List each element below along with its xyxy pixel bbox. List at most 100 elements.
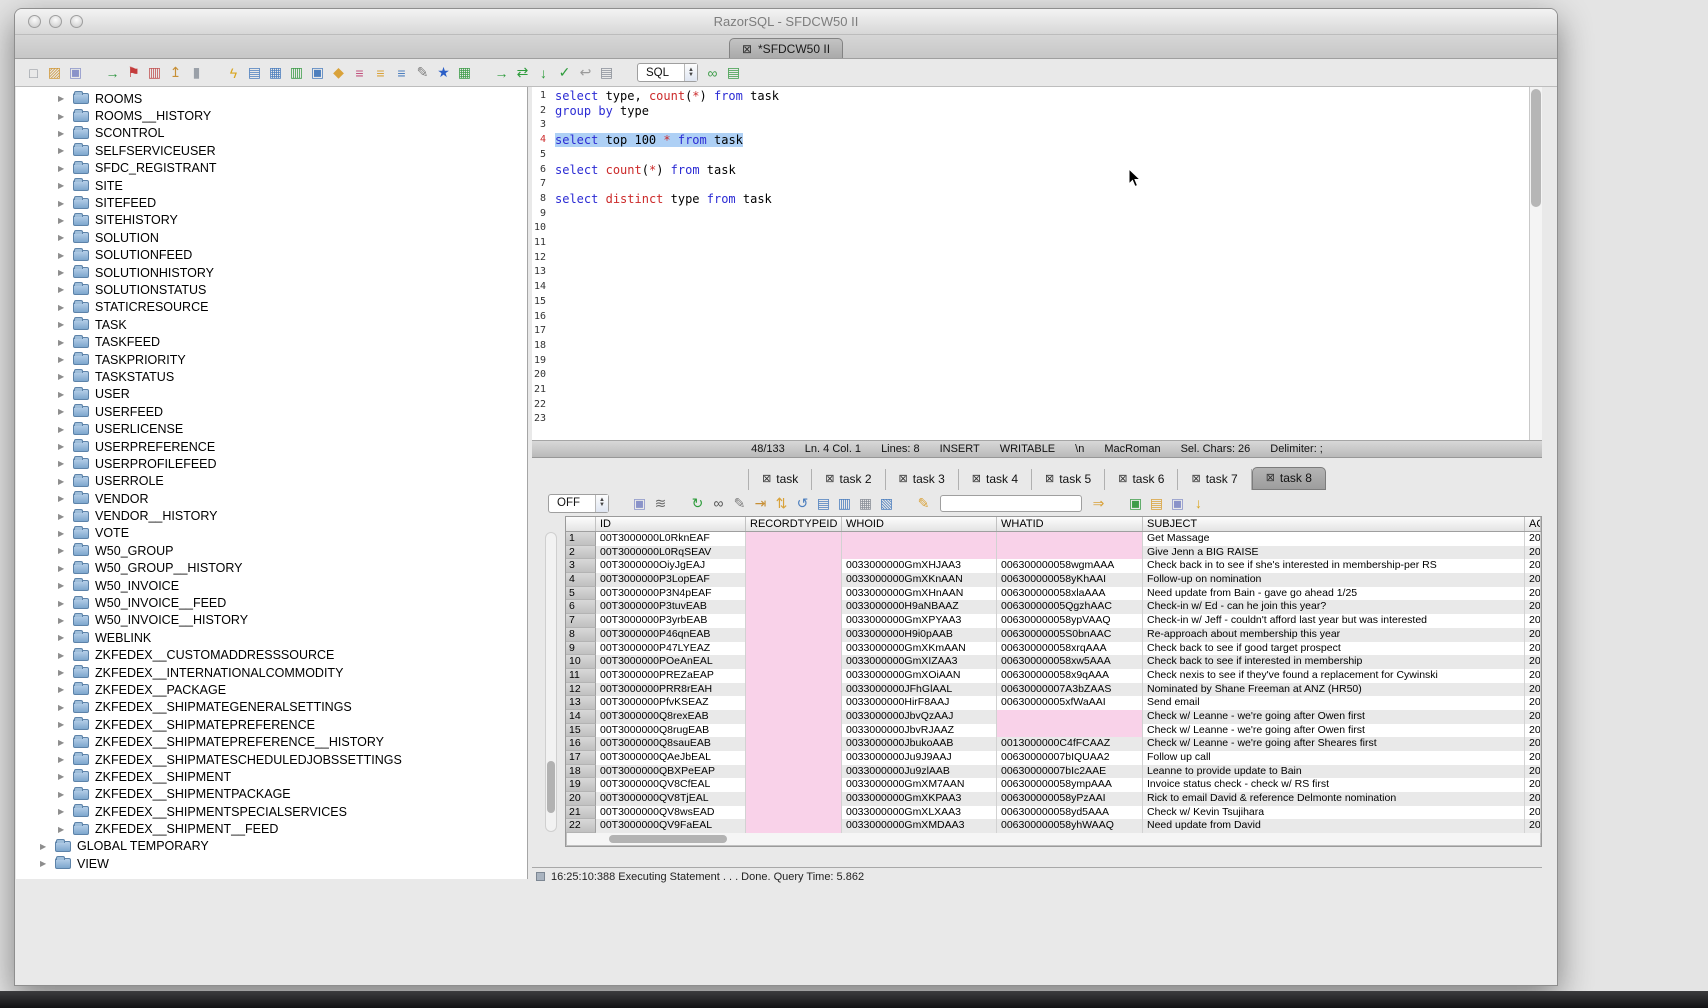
row-number[interactable]: 18 bbox=[566, 765, 596, 779]
cell-id[interactable]: 00T3000000P3LopEAF bbox=[596, 573, 746, 587]
disclosure-triangle-icon[interactable]: ▶ bbox=[58, 546, 67, 555]
cell-subject[interactable]: Follow up call bbox=[1143, 751, 1525, 765]
table-row[interactable]: 1400T3000000Q8rexEAB0033000000JbvQzAAJCh… bbox=[566, 710, 1541, 724]
cell-ac[interactable]: 200 bbox=[1525, 710, 1541, 724]
sidebar-item-zkfedex-shipmatepreference-history[interactable]: ▶ZKFEDEX__SHIPMATEPREFERENCE__HISTORY bbox=[16, 733, 527, 750]
sidebar-item-userprofilefeed[interactable]: ▶USERPROFILEFEED bbox=[16, 455, 527, 472]
cell-whatid[interactable]: 00630000005QgzhAAC bbox=[997, 600, 1143, 614]
table-row[interactable]: 100T3000000L0RknEAFGet Massage200 bbox=[566, 532, 1541, 546]
cell-ac[interactable]: 200 bbox=[1525, 600, 1541, 614]
grid-hscrollbar-thumb[interactable] bbox=[609, 835, 727, 843]
execute-statement-icon[interactable]: → bbox=[491, 63, 512, 83]
cell-whoid[interactable]: 0033000000GmXM7AAN bbox=[842, 778, 997, 792]
disclosure-triangle-icon[interactable]: ▶ bbox=[58, 512, 67, 521]
results-search-input[interactable] bbox=[940, 495, 1082, 512]
row-number[interactable]: 16 bbox=[566, 737, 596, 751]
disclosure-triangle-icon[interactable]: ▶ bbox=[58, 355, 67, 364]
row-number[interactable]: 13 bbox=[566, 696, 596, 710]
disclosure-triangle-icon[interactable]: ▶ bbox=[58, 772, 67, 781]
execute-all-icon[interactable]: ⇄ bbox=[512, 63, 533, 83]
row-number[interactable]: 12 bbox=[566, 683, 596, 697]
cell-whoid[interactable]: 0033000000HirF8AAJ bbox=[842, 696, 997, 710]
result-tab-task-4[interactable]: ⊠task 4 bbox=[959, 469, 1032, 490]
cell-recordtypeid[interactable] bbox=[746, 669, 842, 683]
cell-whatid[interactable]: 006300000058yd5AAA bbox=[997, 806, 1143, 820]
disclosure-triangle-icon[interactable]: ▶ bbox=[58, 685, 67, 694]
cell-whoid[interactable]: 0033000000GmXKmAAN bbox=[842, 642, 997, 656]
disclosure-triangle-icon[interactable]: ▶ bbox=[58, 285, 67, 294]
tab-close-icon[interactable]: ⊠ bbox=[742, 42, 752, 56]
cell-ac[interactable]: 200 bbox=[1525, 642, 1541, 656]
disclosure-triangle-icon[interactable]: ▶ bbox=[58, 651, 67, 660]
row-number[interactable]: 10 bbox=[566, 655, 596, 669]
cell-whatid[interactable] bbox=[997, 532, 1143, 546]
cell-subject[interactable]: Rick to email David & reference Delmonte… bbox=[1143, 792, 1525, 806]
cell-whatid[interactable] bbox=[997, 546, 1143, 560]
tab-close-icon[interactable]: ⊠ bbox=[1118, 471, 1127, 488]
view-table-contents-icon[interactable]: ▥ bbox=[286, 63, 307, 83]
disclosure-triangle-icon[interactable]: ▶ bbox=[58, 599, 67, 608]
column-header-rownum[interactable] bbox=[566, 517, 596, 531]
cell-subject[interactable]: Need update from Bain - gave go ahead 1/… bbox=[1143, 587, 1525, 601]
sidebar-item-solution[interactable]: ▶SOLUTION bbox=[16, 229, 527, 246]
grid-vscrollbar[interactable] bbox=[545, 532, 557, 832]
cell-whatid[interactable]: 00630000007A3bZAAS bbox=[997, 683, 1143, 697]
disclosure-triangle-icon[interactable]: ▶ bbox=[58, 459, 67, 468]
cell-whatid[interactable]: 006300000058xlaAAA bbox=[997, 587, 1143, 601]
disclosure-triangle-icon[interactable]: ▶ bbox=[58, 112, 67, 121]
cell-ac[interactable]: 200 bbox=[1525, 655, 1541, 669]
sidebar-item-rooms-history[interactable]: ▶ROOMS__HISTORY bbox=[16, 107, 527, 124]
cell-subject[interactable]: Nominated by Shane Freeman at ANZ (HR50) bbox=[1143, 683, 1525, 697]
cell-recordtypeid[interactable] bbox=[746, 765, 842, 779]
sidebar-item-vendor[interactable]: ▶VENDOR bbox=[16, 490, 527, 507]
sidebar-item-vendor-history[interactable]: ▶VENDOR__HISTORY bbox=[16, 507, 527, 524]
disclosure-triangle-icon[interactable]: ▶ bbox=[58, 529, 67, 538]
cell-ac[interactable]: 200 bbox=[1525, 546, 1541, 560]
execute-fetch-icon[interactable]: ↓ bbox=[533, 63, 554, 83]
sidebar-item-zkfedex-shipmatescheduledjobssettings[interactable]: ▶ZKFEDEX__SHIPMATESCHEDULEDJOBSSETTINGS bbox=[16, 751, 527, 768]
result-tab-task-6[interactable]: ⊠task 6 bbox=[1105, 469, 1178, 490]
disclosure-triangle-icon[interactable]: ▶ bbox=[58, 164, 67, 173]
sidebar-item-zkfedex-shipmatepreference[interactable]: ▶ZKFEDEX__SHIPMATEPREFERENCE bbox=[16, 716, 527, 733]
result-tab-task-3[interactable]: ⊠task 3 bbox=[886, 469, 959, 490]
result-tab-task-2[interactable]: ⊠task 2 bbox=[812, 469, 885, 490]
cell-whatid[interactable] bbox=[997, 710, 1143, 724]
disclosure-triangle-icon[interactable]: ▶ bbox=[58, 720, 67, 729]
results-grid-icon[interactable]: ▤ bbox=[723, 63, 744, 83]
column-info-icon[interactable]: ▤ bbox=[813, 493, 834, 513]
sql-code-area[interactable]: select type, count(*) from taskgroup by … bbox=[549, 87, 1529, 440]
row-number[interactable]: 20 bbox=[566, 792, 596, 806]
marker-pen-icon[interactable]: ✎ bbox=[913, 493, 934, 513]
tab-close-icon[interactable]: ⊠ bbox=[1191, 471, 1200, 488]
cell-id[interactable]: 00T3000000Q8rugEAB bbox=[596, 724, 746, 738]
cell-whoid[interactable]: 0033000000JbvQzAAJ bbox=[842, 710, 997, 724]
sidebar-item-sitehistory[interactable]: ▶SITEHISTORY bbox=[16, 212, 527, 229]
disclosure-triangle-icon[interactable]: ▶ bbox=[58, 338, 67, 347]
sidebar-item-w50-group-history[interactable]: ▶W50_GROUP__HISTORY bbox=[16, 560, 527, 577]
minimize-button[interactable] bbox=[49, 15, 62, 28]
row-number[interactable]: 11 bbox=[566, 669, 596, 683]
cell-whoid[interactable]: 0033000000JbukoAAB bbox=[842, 737, 997, 751]
cell-ac[interactable]: 200 bbox=[1525, 628, 1541, 642]
table-row[interactable]: 2200T3000000QV9FaEAL0033000000GmXMDAA300… bbox=[566, 819, 1541, 833]
row-number[interactable]: 7 bbox=[566, 614, 596, 628]
database-browser-icon[interactable]: ▣ bbox=[307, 63, 328, 83]
window-titlebar[interactable]: RazorSQL - SFDCW50 II bbox=[15, 9, 1557, 35]
cell-ac[interactable]: 200 bbox=[1525, 696, 1541, 710]
sidebar-item-global-temporary[interactable]: ▶GLOBAL TEMPORARY bbox=[16, 838, 527, 855]
cell-subject[interactable]: Get Massage bbox=[1143, 532, 1525, 546]
result-tab-task-5[interactable]: ⊠task 5 bbox=[1032, 469, 1105, 490]
cell-whatid[interactable]: 0013000000C4fFCAAZ bbox=[997, 737, 1143, 751]
export-data-icon[interactable]: ↥ bbox=[165, 63, 186, 83]
cell-subject[interactable]: Check-in w/ Ed - can he join this year? bbox=[1143, 600, 1525, 614]
cell-whatid[interactable]: 006300000058yKhAAI bbox=[997, 573, 1143, 587]
cell-subject[interactable]: Check w/ Leanne - we're going after Owen… bbox=[1143, 724, 1525, 738]
export-results-icon[interactable]: ▣ bbox=[1125, 493, 1146, 513]
cell-subject[interactable]: Send email bbox=[1143, 696, 1525, 710]
sidebar-item-zkfedex-shipmentpackage[interactable]: ▶ZKFEDEX__SHIPMENTPACKAGE bbox=[16, 786, 527, 803]
cell-id[interactable]: 00T3000000Q8rexEAB bbox=[596, 710, 746, 724]
sidebar-item-w50-invoice[interactable]: ▶W50_INVOICE bbox=[16, 577, 527, 594]
cell-id[interactable]: 00T3000000Q8sauEAB bbox=[596, 737, 746, 751]
sql-history-icon[interactable]: ▤ bbox=[596, 63, 617, 83]
cell-ac[interactable]: 200 bbox=[1525, 751, 1541, 765]
